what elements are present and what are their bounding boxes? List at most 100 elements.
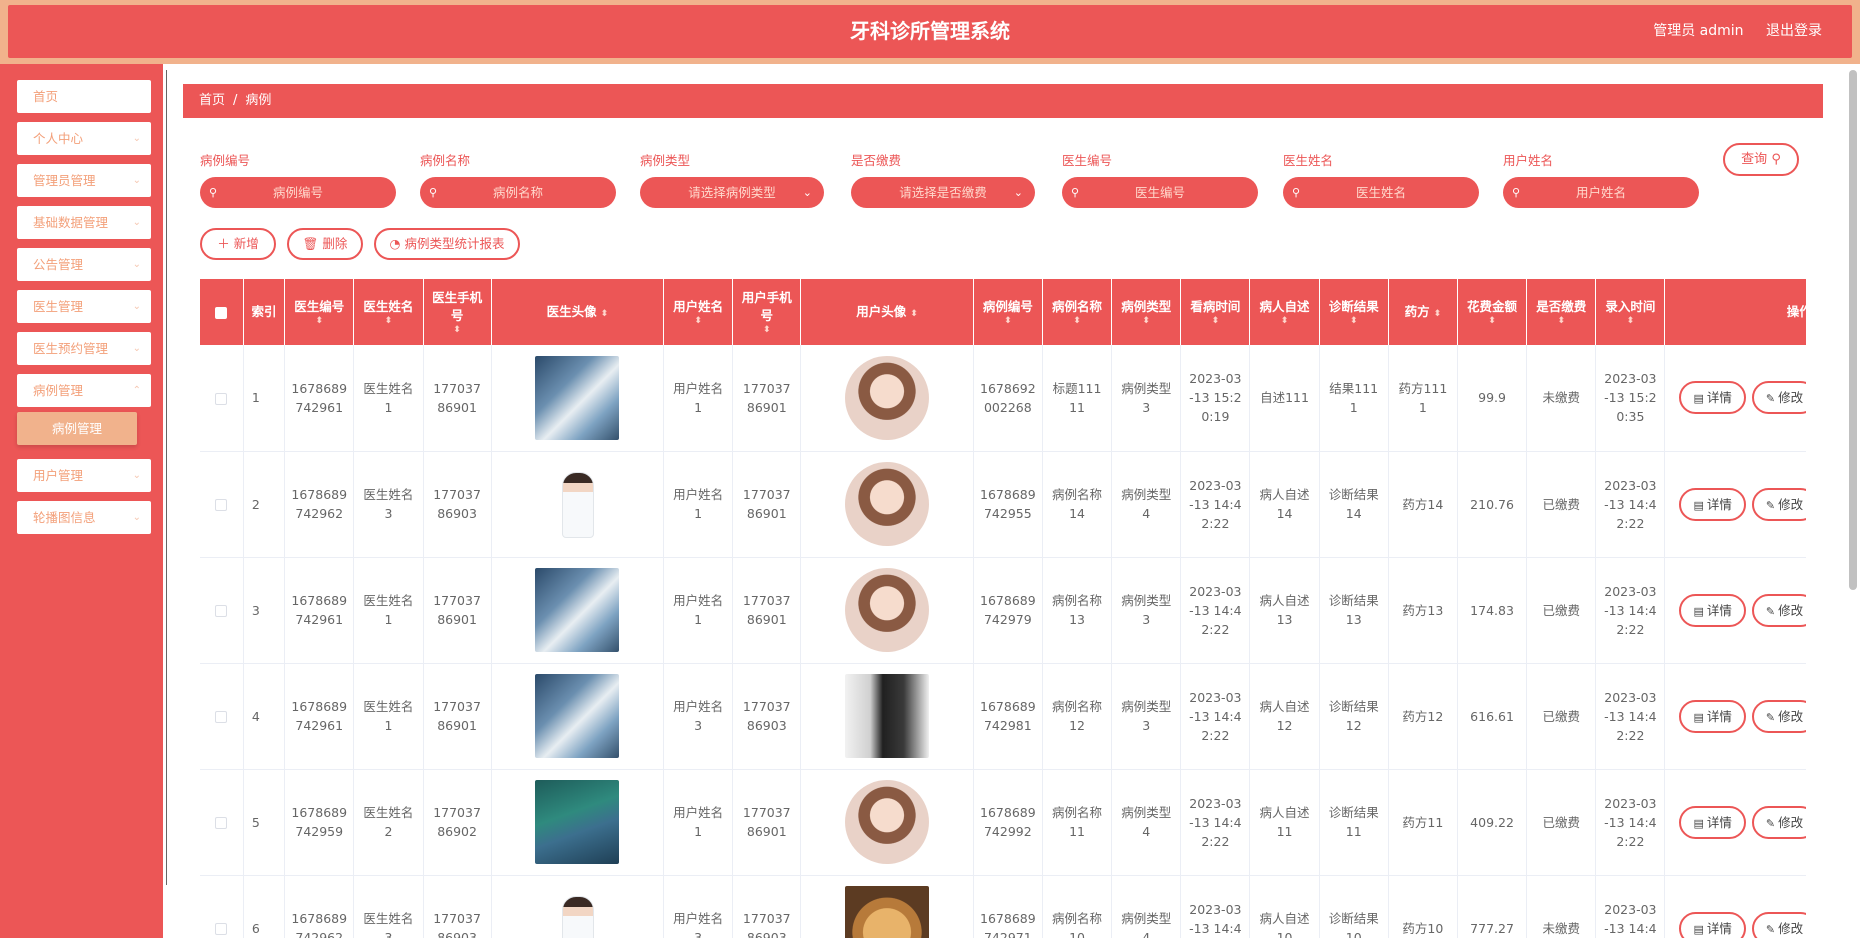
column-header[interactable]: 医生编号 ⬍ [284, 279, 355, 345]
chevron-icon: ⌄ [132, 259, 141, 270]
sort-icon[interactable]: ⬍ [1600, 316, 1660, 326]
column-header[interactable]: 是否缴费 ⬍ [1526, 279, 1597, 345]
sort-icon[interactable]: ⬍ [1434, 309, 1442, 319]
column-header[interactable]: 病例编号 ⬍ [973, 279, 1043, 345]
row-checkbox[interactable] [215, 499, 228, 511]
user-avatar[interactable] [845, 568, 930, 652]
column-header[interactable]: 用户姓名 ⬍ [663, 279, 734, 345]
user-avatar[interactable] [845, 355, 930, 440]
report-button[interactable]: ◔ 病例类型统计报表 [374, 228, 520, 260]
breadcrumb-home[interactable]: 首页 [199, 93, 225, 108]
table-row[interactable]: 2 1678689742962 医生姓名3 17703786903 用户姓名1 17703… [200, 451, 1806, 558]
column-header[interactable]: 医生姓名 ⬍ [353, 279, 424, 345]
add-button[interactable]: ＋ 新增 [200, 228, 276, 260]
filter-select[interactable]: 请选择是否缴费 ⌄ [851, 177, 1035, 208]
filter-input[interactable]: ⚲ 医生姓名 [1283, 177, 1479, 208]
edit-button[interactable]: ✎ 修改 [1751, 593, 1806, 627]
sidebar-item[interactable]: 用户管理 ⌄ [17, 459, 151, 492]
sort-icon[interactable]: ⬍ [1531, 316, 1591, 326]
row-checkbox[interactable] [215, 711, 228, 723]
doctor-photo[interactable] [535, 355, 620, 440]
detail-button[interactable]: ▤ 详情 [1679, 699, 1746, 733]
filter-group: 病例编号 ⚲ 病例编号 [200, 150, 396, 208]
column-header[interactable]: 医生手机号 ⬍ [423, 279, 492, 345]
sort-icon[interactable]: ⬍ [601, 309, 609, 319]
page-scrollbar[interactable] [1849, 70, 1857, 590]
row-checkbox[interactable] [215, 923, 228, 935]
sort-icon[interactable]: ⬍ [978, 316, 1038, 326]
doctor-photo[interactable] [535, 886, 620, 938]
doctor-photo[interactable] [535, 674, 620, 758]
filter-input[interactable]: ⚲ 病例名称 [420, 177, 616, 208]
user-avatar[interactable] [845, 780, 930, 864]
sidebar-item[interactable]: 公告管理 ⌄ [17, 248, 151, 281]
edit-button[interactable]: ✎ 修改 [1751, 805, 1806, 839]
detail-button[interactable]: ▤ 详情 [1679, 487, 1746, 521]
column-header[interactable]: 录入时间 ⬍ [1595, 279, 1666, 345]
sort-icon[interactable]: ⬍ [1324, 316, 1384, 326]
detail-button[interactable]: ▤ 详情 [1679, 911, 1746, 938]
sidebar-item[interactable]: 管理员管理 ⌄ [17, 164, 151, 197]
query-button[interactable]: 查询 ⚲ [1723, 143, 1799, 176]
column-header[interactable]: 花费金额 ⬍ [1457, 279, 1528, 345]
logout-button[interactable]: 退出登录 [1766, 23, 1822, 39]
doctor-photo[interactable] [535, 462, 620, 546]
sort-icon[interactable]: ⬍ [1116, 316, 1176, 326]
doctor-photo[interactable] [535, 568, 620, 652]
user-avatar[interactable] [845, 674, 930, 758]
row-checkbox[interactable] [215, 392, 228, 405]
sidebar-item[interactable]: 医生预约管理 ⌄ [17, 332, 151, 365]
user-avatar[interactable] [845, 886, 930, 938]
doctor-photo[interactable] [535, 780, 620, 864]
table-row[interactable]: 6 1678689742962 医生姓名3 17703786903 用户姓名3 17703… [200, 875, 1806, 938]
sidebar-item[interactable]: 首页 [17, 80, 151, 113]
row-checkbox[interactable] [215, 605, 228, 617]
sort-icon[interactable]: ⬍ [737, 325, 796, 335]
filter-input[interactable]: ⚲ 病例编号 [200, 177, 396, 208]
delete-button[interactable]: 🗑 删除 [287, 228, 363, 260]
sort-icon[interactable]: ⬍ [428, 325, 487, 335]
sort-icon[interactable]: ⬍ [1047, 316, 1107, 326]
column-header[interactable]: 用户手机号 ⬍ [732, 279, 802, 345]
sidebar-subitem-active[interactable]: 病例管理 [17, 412, 137, 445]
sort-icon[interactable]: ⬍ [1462, 316, 1522, 326]
table-row[interactable]: 3 1678689742961 医生姓名1 17703786901 用户姓名1 17703… [200, 557, 1806, 664]
cell-diagnosis: 诊断结果12 [1319, 663, 1389, 770]
sort-icon[interactable]: ⬍ [668, 316, 728, 326]
column-header[interactable]: 看病时间 ⬍ [1180, 279, 1251, 345]
sidebar-item[interactable]: 病例管理 ⌃ [17, 374, 151, 407]
sidebar-item[interactable]: 医生管理 ⌄ [17, 290, 151, 323]
sidebar-divider [166, 70, 167, 885]
sort-icon[interactable]: ⬍ [910, 309, 918, 319]
detail-button[interactable]: ▤ 详情 [1679, 381, 1746, 415]
edit-button[interactable]: ✎ 修改 [1751, 487, 1806, 521]
table-row[interactable]: 4 1678689742961 医生姓名1 17703786901 用户姓名3 17703… [200, 663, 1806, 770]
table-row[interactable]: 5 1678689742959 医生姓名2 17703786902 用户姓名1 17703… [200, 769, 1806, 876]
sidebar-item[interactable]: 个人中心 ⌄ [17, 122, 151, 155]
column-header[interactable]: 病例名称 ⬍ [1042, 279, 1113, 345]
edit-button[interactable]: ✎ 修改 [1751, 381, 1806, 415]
column-header[interactable]: 医生头像 ⬍ [491, 279, 665, 345]
column-header[interactable]: 病人自述 ⬍ [1249, 279, 1320, 345]
row-checkbox[interactable] [215, 817, 228, 829]
detail-button[interactable]: ▤ 详情 [1679, 593, 1746, 627]
user-avatar[interactable] [845, 462, 930, 546]
sort-icon[interactable]: ⬍ [1254, 316, 1314, 326]
sort-icon[interactable]: ⬍ [1185, 316, 1245, 326]
sort-icon[interactable]: ⬍ [358, 316, 418, 326]
select-all-checkbox[interactable] [215, 306, 228, 319]
edit-button[interactable]: ✎ 修改 [1751, 699, 1806, 733]
column-header[interactable]: 诊断结果 ⬍ [1319, 279, 1389, 345]
table-row[interactable]: 1 1678689742961 医生姓名1 17703786901 用户姓名1 17703… [200, 345, 1806, 452]
column-header[interactable]: 药方 ⬍ [1388, 279, 1458, 345]
sidebar-item[interactable]: 基础数据管理 ⌄ [17, 206, 151, 239]
filter-input[interactable]: ⚲ 用户姓名 [1503, 177, 1699, 208]
filter-select[interactable]: 请选择病例类型 ⌄ [640, 177, 824, 208]
filter-input[interactable]: ⚲ 医生编号 [1062, 177, 1258, 208]
detail-button[interactable]: ▤ 详情 [1679, 805, 1746, 839]
sidebar-item[interactable]: 轮播图信息 ⌄ [17, 501, 151, 534]
column-header[interactable]: 用户头像 ⬍ [800, 279, 974, 345]
column-header[interactable]: 病例类型 ⬍ [1111, 279, 1182, 345]
edit-button[interactable]: ✎ 修改 [1751, 911, 1806, 938]
sort-icon[interactable]: ⬍ [289, 316, 349, 326]
